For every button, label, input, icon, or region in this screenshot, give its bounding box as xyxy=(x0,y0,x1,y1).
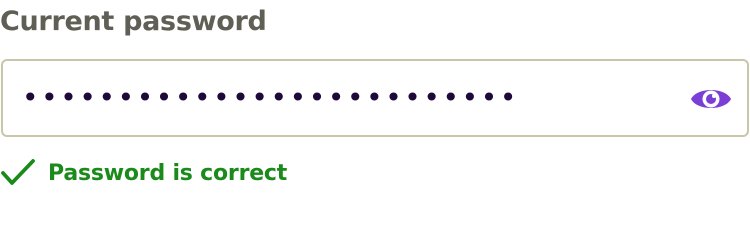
validation-message: Password is correct xyxy=(48,160,288,186)
show-password-toggle[interactable] xyxy=(689,77,733,121)
password-input[interactable]: •••••••••••••••••••••••••• xyxy=(22,61,642,135)
eye-icon xyxy=(691,90,731,108)
password-input-container[interactable]: •••••••••••••••••••••••••• xyxy=(1,59,749,137)
password-field-group: Current password •••••••••••••••••••••••… xyxy=(0,0,750,240)
check-icon xyxy=(1,159,35,185)
field-label: Current password xyxy=(0,6,267,37)
validation-status: Password is correct xyxy=(0,155,287,191)
